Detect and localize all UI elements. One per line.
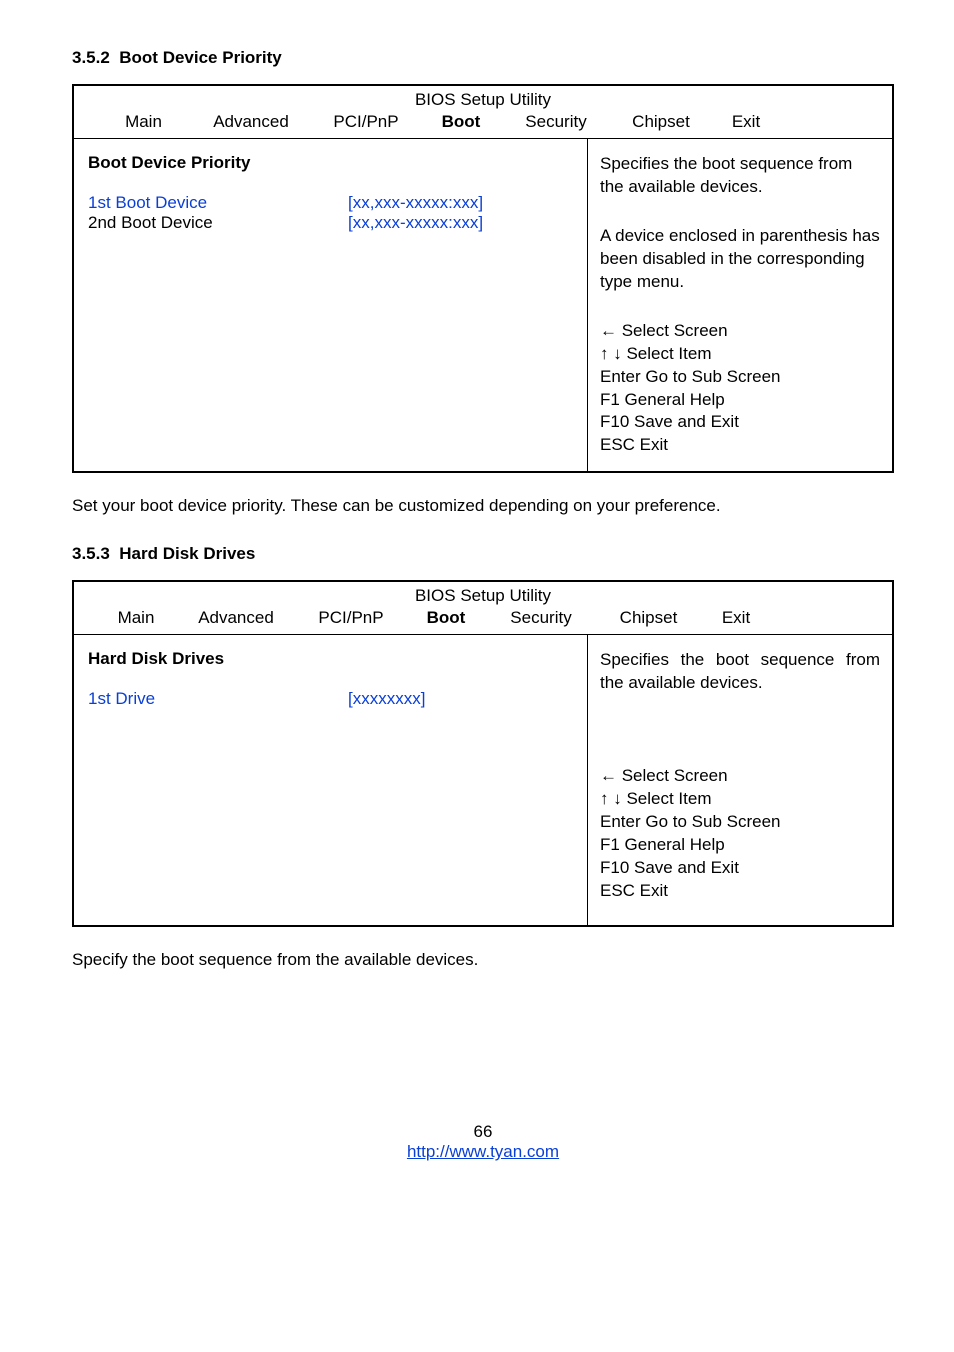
bios-box-hdd: BIOS Setup Utility Main Advanced PCI/PnP…	[72, 580, 894, 927]
tab-pcipnp-2[interactable]: PCI/PnP	[296, 608, 406, 628]
key-enter: Enter Go to Sub Screen	[600, 366, 880, 389]
bios-tabs-1: Main Advanced PCI/PnP Boot Security Chip…	[74, 110, 892, 138]
footer-link[interactable]: http://www.tyan.com	[407, 1142, 559, 1161]
first-drive-label: 1st Drive	[88, 689, 348, 709]
key-enter-2: Enter Go to Sub Screen	[600, 811, 880, 834]
row-2nd-boot-device[interactable]: 2nd Boot Device [xx,xxx-xxxxx:xxx]	[88, 213, 577, 233]
tab-security-2[interactable]: Security	[486, 608, 596, 628]
section-title-1: Boot Device Priority	[119, 48, 282, 67]
second-boot-device-value: [xx,xxx-xxxxx:xxx]	[348, 213, 577, 233]
key-f1-2: F1 General Help	[600, 834, 880, 857]
panel-heading-2: Hard Disk Drives	[88, 649, 577, 669]
bios-title: BIOS Setup Utility	[74, 86, 892, 110]
key-esc-2: ESC Exit	[600, 880, 880, 903]
bios-tabs-2: Main Advanced PCI/PnP Boot Security Chip…	[74, 606, 892, 634]
help-text-1a: Specifies the boot sequence from the ava…	[600, 153, 880, 199]
bios-box-boot-priority: BIOS Setup Utility Main Advanced PCI/PnP…	[72, 84, 894, 473]
tab-pcipnp[interactable]: PCI/PnP	[311, 112, 421, 132]
tab-advanced[interactable]: Advanced	[191, 112, 311, 132]
section-heading-1: 3.5.2 Boot Device Priority	[72, 48, 894, 68]
page-number: 66	[72, 1122, 894, 1142]
tab-main[interactable]: Main	[96, 112, 191, 132]
section-number-2: 3.5.3	[72, 544, 110, 563]
row-1st-drive[interactable]: 1st Drive [xxxxxxxx]	[88, 689, 577, 709]
page-footer: 66 http://www.tyan.com	[72, 1122, 894, 1162]
tab-chipset[interactable]: Chipset	[611, 112, 711, 132]
tab-security[interactable]: Security	[501, 112, 611, 132]
tab-main-2[interactable]: Main	[96, 608, 176, 628]
help-text-2: Specifies the boot sequence from the ava…	[600, 649, 880, 695]
bios-body-2: Hard Disk Drives 1st Drive [xxxxxxxx] Sp…	[74, 634, 892, 925]
key-select-item-2: ↑ ↓ Select Item	[600, 788, 880, 811]
bios-body-1: Boot Device Priority 1st Boot Device [xx…	[74, 138, 892, 471]
paragraph-1: Set your boot device priority. These can…	[72, 495, 894, 518]
tab-boot-2[interactable]: Boot	[406, 608, 486, 628]
panel-heading: Boot Device Priority	[88, 153, 577, 173]
key-select-screen-2: ← Select Screen	[600, 765, 880, 788]
bios-left-panel-2: Hard Disk Drives 1st Drive [xxxxxxxx]	[74, 635, 587, 925]
key-f10: F10 Save and Exit	[600, 411, 880, 434]
tab-chipset-2[interactable]: Chipset	[596, 608, 701, 628]
tab-advanced-2[interactable]: Advanced	[176, 608, 296, 628]
row-1st-boot-device[interactable]: 1st Boot Device [xx,xxx-xxxxx:xxx]	[88, 193, 577, 213]
key-esc: ESC Exit	[600, 434, 880, 457]
bios-left-panel-1: Boot Device Priority 1st Boot Device [xx…	[74, 139, 587, 471]
key-select-item: ↑ ↓ Select Item	[600, 343, 880, 366]
first-boot-device-value: [xx,xxx-xxxxx:xxx]	[348, 193, 577, 213]
bios-right-panel-2: Specifies the boot sequence from the ava…	[587, 635, 892, 925]
section-number-1: 3.5.2	[72, 48, 110, 67]
paragraph-2: Specify the boot sequence from the avail…	[72, 949, 894, 972]
key-help-list-2: ← Select Screen ↑ ↓ Select Item Enter Go…	[600, 765, 880, 903]
key-select-screen: ← Select Screen	[600, 320, 880, 343]
key-f1: F1 General Help	[600, 389, 880, 412]
first-drive-value: [xxxxxxxx]	[348, 689, 577, 709]
bios-title-2: BIOS Setup Utility	[74, 582, 892, 606]
help-text-1b: A device enclosed in parenthesis has bee…	[600, 225, 880, 294]
section-heading-2: 3.5.3 Hard Disk Drives	[72, 544, 894, 564]
tab-exit[interactable]: Exit	[711, 112, 781, 132]
tab-exit-2[interactable]: Exit	[701, 608, 771, 628]
second-boot-device-label: 2nd Boot Device	[88, 213, 348, 233]
bios-right-panel-1: Specifies the boot sequence from the ava…	[587, 139, 892, 471]
section-title-2: Hard Disk Drives	[119, 544, 255, 563]
first-boot-device-label: 1st Boot Device	[88, 193, 348, 213]
tab-boot[interactable]: Boot	[421, 112, 501, 132]
key-help-list-1: ← Select Screen ↑ ↓ Select Item Enter Go…	[600, 320, 880, 458]
key-f10-2: F10 Save and Exit	[600, 857, 880, 880]
